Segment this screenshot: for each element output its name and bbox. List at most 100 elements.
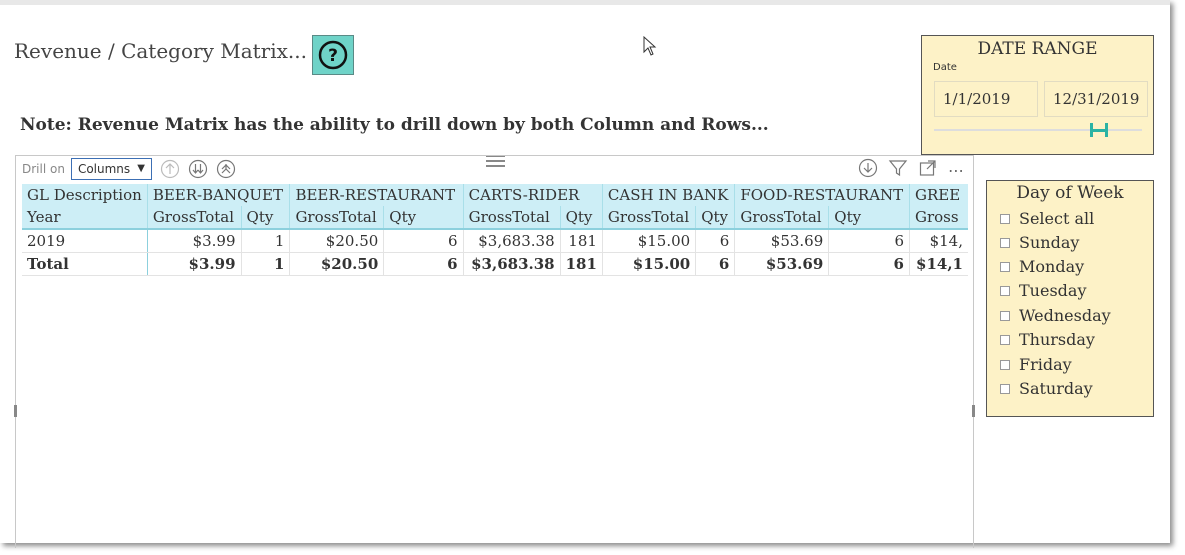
slicer-item-label: Select all — [1019, 209, 1095, 228]
measure-header[interactable]: GrossTotal — [146, 206, 242, 230]
start-date-input[interactable]: 1/1/2019 — [934, 81, 1038, 117]
total-cell: $3.99 — [146, 252, 242, 276]
slicer-item-saturday[interactable]: Saturday — [1000, 379, 1093, 398]
value-cell: $20.50 — [289, 229, 384, 253]
matrix-table-viewport: GL Description BEER-BANQUET BEER-RESTAUR… — [22, 184, 968, 284]
checkbox-icon[interactable] — [1000, 383, 1010, 394]
total-cell: 181 — [559, 252, 603, 276]
checkbox-icon[interactable] — [1000, 213, 1010, 224]
date-slider-handles[interactable] — [1088, 122, 1110, 138]
svg-text:?: ? — [328, 46, 338, 66]
total-cell: $3,683.38 — [462, 252, 561, 276]
drill-up-icon[interactable] — [160, 159, 180, 179]
column-group-header[interactable]: CARTS-RIDER — [462, 184, 603, 206]
slicer-item-label: Tuesday — [1019, 281, 1087, 300]
slicer-item-thursday[interactable]: Thursday — [1000, 330, 1095, 349]
date-range-title: DATE RANGE — [977, 39, 1098, 59]
total-cell: $14,1 — [908, 252, 968, 276]
drill-on-value: Columns — [77, 161, 131, 176]
measure-header[interactable]: Qty — [383, 206, 464, 230]
total-cell: 6 — [828, 252, 910, 276]
measure-header[interactable]: Qty — [695, 206, 735, 230]
question-circle-icon: ? — [318, 40, 348, 70]
checkbox-icon[interactable] — [1000, 310, 1010, 321]
value-cell: $3.99 — [146, 229, 242, 253]
checkbox-icon[interactable] — [1000, 334, 1010, 345]
slicer-item-label: Saturday — [1019, 379, 1093, 398]
slicer-item-label: Wednesday — [1019, 306, 1111, 325]
help-button[interactable]: ? — [312, 35, 354, 75]
mouse-cursor-icon — [643, 36, 657, 56]
revenue-matrix: GL Description BEER-BANQUET BEER-RESTAUR… — [22, 184, 968, 276]
measure-header[interactable]: Gross — [908, 206, 968, 230]
resize-handle-left[interactable] — [14, 405, 17, 417]
total-cell: 6 — [695, 252, 735, 276]
expand-all-icon[interactable] — [216, 159, 236, 179]
drill-mode-icon[interactable] — [858, 158, 878, 182]
slicer-item-tuesday[interactable]: Tuesday — [1000, 281, 1086, 300]
more-options-icon[interactable]: ⋯ — [948, 161, 965, 180]
slicer-item-friday[interactable]: Friday — [1000, 355, 1072, 374]
checkbox-icon[interactable] — [1000, 261, 1010, 272]
measure-header[interactable]: GrossTotal — [601, 206, 696, 230]
end-date-input[interactable]: 12/31/2019 — [1044, 81, 1148, 117]
total-cell: $20.50 — [289, 252, 384, 276]
measure-header[interactable]: Qty — [240, 206, 290, 230]
resize-handle-right[interactable] — [972, 405, 975, 417]
day-of-week-slicer: Day of Week Select all Sunday Monday Tue… — [986, 180, 1154, 417]
checkbox-icon[interactable] — [1000, 359, 1010, 370]
matrix-visual[interactable]: Drill on Columns ▼ ⋯ GL Description BEER… — [14, 155, 975, 548]
value-cell: $3,683.38 — [462, 229, 561, 253]
value-cell: $14, — [908, 229, 968, 253]
measure-header[interactable]: Qty — [828, 206, 910, 230]
column-group-header[interactable]: GREE — [908, 184, 968, 206]
row-field-label: Year — [22, 206, 148, 230]
row-header-cell: Total — [22, 252, 148, 276]
slicer-item-label: Friday — [1019, 355, 1072, 374]
slicer-item-select-all[interactable]: Select all — [1000, 209, 1094, 228]
slicer-item-label: Monday — [1019, 257, 1085, 276]
focus-mode-icon[interactable] — [918, 158, 938, 182]
day-of-week-title: Day of Week — [1016, 183, 1124, 203]
drill-on-label: Drill on — [22, 161, 65, 176]
column-group-header[interactable]: FOOD-RESTAURANT — [734, 184, 910, 206]
value-cell: 6 — [695, 229, 735, 253]
column-group-header[interactable]: BEER-BANQUET — [146, 184, 290, 206]
matrix-measure-header-row: Year GrossTotal Qty GrossTotal Qty Gross… — [22, 206, 968, 230]
page-title: Revenue / Category Matrix... — [14, 39, 307, 63]
drilldown-note: Note: Revenue Matrix has the ability to … — [20, 115, 769, 135]
column-group-header[interactable]: CASH IN BANK — [601, 184, 735, 206]
matrix-column-header-row: GL Description BEER-BANQUET BEER-RESTAUR… — [22, 184, 968, 206]
value-cell: $15.00 — [601, 229, 696, 253]
slicer-item-wednesday[interactable]: Wednesday — [1000, 306, 1111, 325]
measure-header[interactable]: GrossTotal — [462, 206, 561, 230]
dropdown-arrow-icon: ▼ — [137, 163, 145, 174]
total-cell: $15.00 — [601, 252, 696, 276]
total-cell: 1 — [240, 252, 290, 276]
visual-header: Drill on Columns ▼ ⋯ — [16, 155, 973, 181]
date-field-label: Date — [933, 62, 957, 73]
slicer-item-label: Sunday — [1019, 233, 1080, 252]
column-group-header[interactable]: BEER-RESTAURANT — [289, 184, 464, 206]
expand-next-level-icon[interactable] — [188, 159, 208, 179]
value-cell: 181 — [559, 229, 603, 253]
checkbox-icon[interactable] — [1000, 237, 1010, 248]
drill-on-select[interactable]: Columns ▼ — [70, 157, 152, 180]
value-cell: $53.69 — [734, 229, 829, 253]
measure-header[interactable]: GrossTotal — [289, 206, 384, 230]
value-cell: 6 — [828, 229, 910, 253]
value-cell: 1 — [240, 229, 290, 253]
slicer-item-monday[interactable]: Monday — [1000, 257, 1084, 276]
row-header-cell[interactable]: 2019 — [22, 229, 148, 253]
row-header-label: GL Description — [27, 186, 142, 204]
report-canvas: Revenue / Category Matrix... ? Note: Rev… — [0, 0, 1170, 548]
checkbox-icon[interactable] — [1000, 285, 1010, 296]
measure-header[interactable]: GrossTotal — [734, 206, 829, 230]
date-slider-track[interactable] — [934, 129, 1142, 131]
slicer-item-label: Thursday — [1019, 330, 1095, 349]
value-cell: 6 — [383, 229, 464, 253]
measure-header[interactable]: Qty — [559, 206, 603, 230]
slicer-item-sunday[interactable]: Sunday — [1000, 233, 1079, 252]
total-cell: 6 — [383, 252, 464, 276]
filter-icon[interactable] — [888, 158, 908, 182]
